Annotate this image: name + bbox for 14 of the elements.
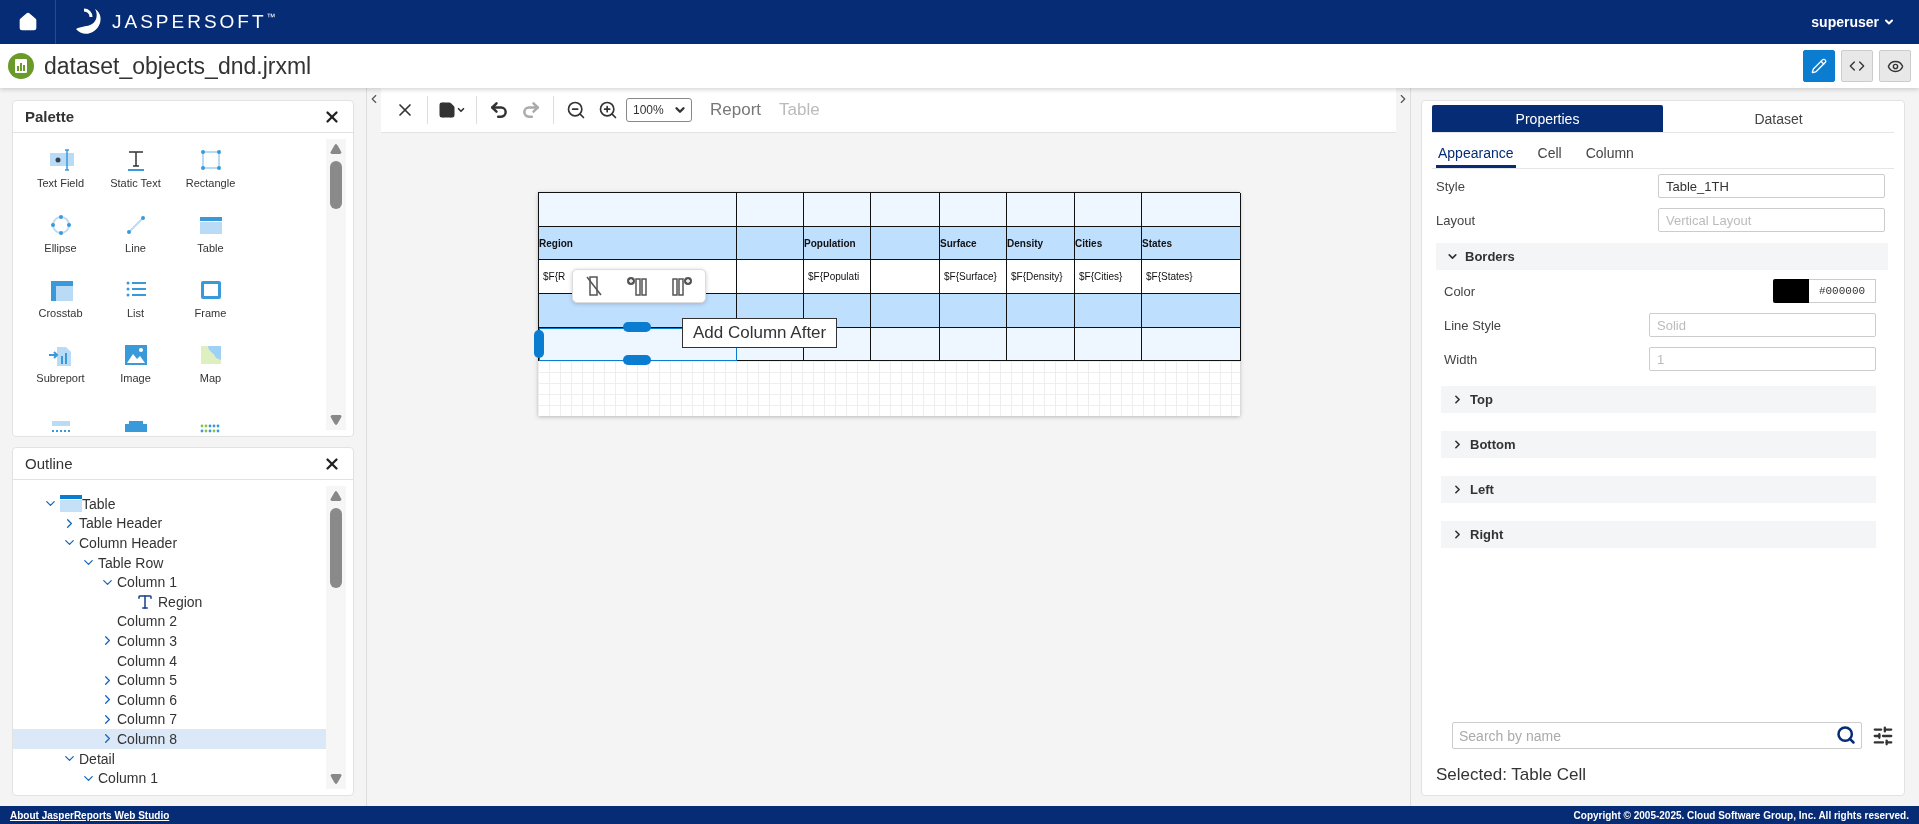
logo-text: JASPERSOFT bbox=[112, 11, 267, 33]
field-label: Layout bbox=[1436, 212, 1476, 228]
file-name: dataset_objects_dnd.jrxml bbox=[44, 52, 312, 80]
field-label: Line Style bbox=[1444, 317, 1502, 333]
trademark-sign: ™ bbox=[266, 12, 276, 22]
panel-title: Palette bbox=[25, 108, 75, 125]
field-label: Style bbox=[1436, 178, 1465, 194]
tooltip: Add Column After bbox=[682, 318, 838, 348]
panel-title: Outline bbox=[25, 455, 73, 472]
color-value: #000000 bbox=[1809, 279, 1876, 303]
field-label: Width bbox=[1444, 351, 1478, 367]
copyright-text: Copyright © 2005-2025. Cloud Software Group, Inc. All rights reserved. bbox=[1573, 809, 1909, 821]
field-label: Color bbox=[1444, 283, 1476, 299]
selection-status: Selected: Table Cell bbox=[1435, 765, 1587, 785]
